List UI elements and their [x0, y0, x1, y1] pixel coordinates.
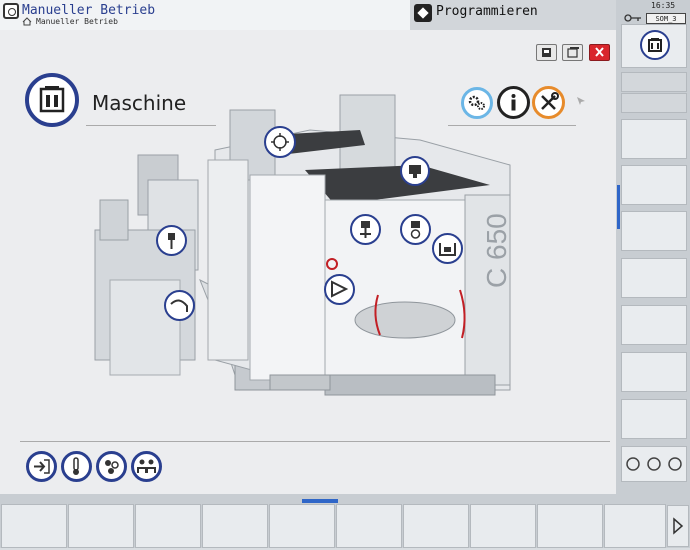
softkey-h10[interactable]: [604, 504, 666, 548]
status-badge: SOM_3: [646, 13, 686, 24]
active-indicator: [617, 185, 620, 229]
login-icon[interactable]: [26, 451, 57, 482]
softkey-3[interactable]: [621, 93, 687, 113]
divider: [20, 441, 610, 442]
program-label[interactable]: Programmieren: [436, 4, 538, 19]
tools-icon[interactable]: [532, 86, 565, 119]
active-indicator: [302, 499, 338, 503]
chip-conveyor-icon[interactable]: [164, 290, 195, 321]
machine-softkey-icon: [640, 30, 670, 60]
softkey-2[interactable]: [621, 72, 687, 92]
channel-switch[interactable]: [621, 446, 687, 482]
home-icon: [22, 17, 32, 26]
softkey-h7[interactable]: [403, 504, 469, 548]
softkey-h6[interactable]: [336, 504, 402, 548]
next-softkey-button[interactable]: [667, 505, 689, 547]
spindle-icon[interactable]: [400, 156, 430, 186]
softkey-10[interactable]: [621, 399, 687, 439]
window-icon: [567, 47, 579, 58]
tool-magazine-icon[interactable]: [264, 126, 296, 158]
service-icon[interactable]: [96, 451, 127, 482]
clock: 16:35: [651, 1, 676, 10]
softkey-4[interactable]: [621, 119, 687, 159]
program-icon: [414, 4, 432, 22]
softkey-h9[interactable]: [537, 504, 603, 548]
chevron-right-icon: [673, 517, 684, 535]
softkey-6[interactable]: [621, 211, 687, 251]
softkey-9[interactable]: [621, 352, 687, 392]
mode-subtitle: Manueller Betrieb: [36, 17, 118, 26]
softkey-h3[interactable]: [135, 504, 201, 548]
close-icon: [595, 47, 604, 57]
softkey-h2[interactable]: [68, 504, 134, 548]
axis-icon[interactable]: [350, 214, 381, 245]
softkey-8[interactable]: [621, 305, 687, 345]
manual-mode-icon: [3, 3, 19, 19]
key-icon: [624, 14, 641, 22]
softkey-machine[interactable]: [621, 24, 687, 68]
machine-model-label: C 650: [481, 213, 512, 288]
coolant-icon[interactable]: [156, 225, 187, 256]
softkey-h5[interactable]: [269, 504, 335, 548]
thermometer-icon[interactable]: [61, 451, 92, 482]
users-icon[interactable]: [131, 451, 162, 482]
window-button[interactable]: [562, 44, 583, 61]
softkey-h8[interactable]: [470, 504, 536, 548]
softkey-7[interactable]: [621, 258, 687, 298]
softkey-5[interactable]: [621, 165, 687, 205]
softkey-h4[interactable]: [202, 504, 268, 548]
rotate-icons: [626, 457, 682, 471]
table-icon[interactable]: [432, 233, 463, 264]
print-icon: [542, 48, 551, 57]
softkey-h1[interactable]: [1, 504, 67, 548]
tool-changer-icon[interactable]: [324, 274, 355, 305]
probe-icon[interactable]: [400, 214, 431, 245]
cursor-icon: [577, 97, 585, 105]
mode-title: Manueller Betrieb: [22, 3, 156, 18]
close-button[interactable]: [589, 44, 610, 61]
machine-icon[interactable]: [25, 73, 79, 127]
print-button[interactable]: [536, 44, 557, 61]
